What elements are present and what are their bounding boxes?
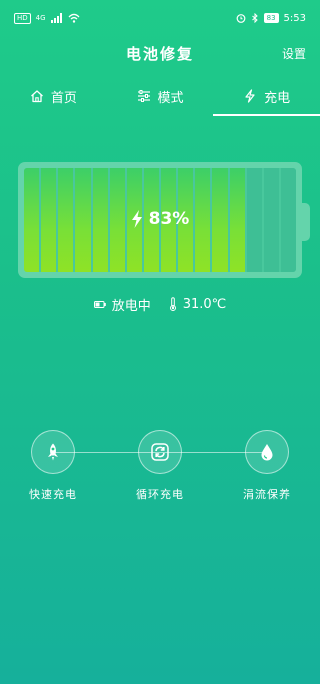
tab-home-label: 首页 <box>50 90 77 106</box>
status-bar-right: 83 5:53 <box>236 13 306 24</box>
charge-modes: 快速充电 循环充电 涓流保养 <box>0 430 320 510</box>
tab-home[interactable]: 首页 <box>0 76 107 116</box>
drop-icon <box>261 444 273 461</box>
wifi-icon <box>68 13 80 23</box>
rocket-icon <box>48 443 58 461</box>
mode-cycle-charge[interactable]: 循环充电 <box>115 430 205 502</box>
tab-charge[interactable]: 充电 <box>213 76 320 116</box>
tab-mode[interactable]: 模式 <box>107 76 214 116</box>
tab-charge-label: 充电 <box>264 90 291 106</box>
network-label: 4G <box>35 14 46 22</box>
battery-tip <box>302 203 310 241</box>
small-battery-icon <box>93 300 106 308</box>
mode-fast-charge[interactable]: 快速充电 <box>8 430 98 502</box>
mode-fast-charge-label: 快速充电 <box>29 488 77 501</box>
charging-bolt-icon <box>131 210 142 228</box>
discharge-status: 放电中 <box>93 295 151 314</box>
settings-button[interactable]: 设置 <box>282 45 306 62</box>
mode-trickle-charge[interactable]: 涓流保养 <box>222 430 312 502</box>
bolt-icon <box>245 89 255 103</box>
temperature-label: 31.0℃ <box>182 296 227 312</box>
battery-state-label: 放电中 <box>111 298 151 314</box>
signal-icon <box>50 13 62 23</box>
alarm-icon <box>236 14 246 23</box>
mode-fast-charge-circle <box>31 430 75 474</box>
mode-trickle-charge-label: 涓流保养 <box>243 488 291 501</box>
battery-status-line: 放电中 31.0℃ <box>0 292 320 316</box>
status-bar: HD 4G 83 5:53 <box>0 0 320 36</box>
battery-percentage: 83% <box>148 209 190 229</box>
battery-status-indicator: 83 <box>263 13 279 23</box>
sliders-icon <box>137 90 150 102</box>
tab-bar: 首页 模式 充电 <box>0 76 320 116</box>
cycle-icon <box>151 443 169 461</box>
battery-level: 83% <box>18 204 302 234</box>
home-icon <box>30 90 43 103</box>
mode-cycle-charge-label: 循环充电 <box>136 488 184 501</box>
hd-indicator: HD <box>14 12 31 24</box>
page-title: 电池修复 <box>125 44 194 63</box>
bluetooth-icon <box>251 13 258 23</box>
tab-mode-label: 模式 <box>157 90 184 106</box>
thermometer-icon <box>169 297 176 311</box>
status-bar-left: HD 4G <box>14 12 80 24</box>
mode-cycle-charge-circle <box>138 430 182 474</box>
app-bar: 电池修复 设置 <box>0 36 320 70</box>
temperature-status: 31.0℃ <box>169 296 227 312</box>
mode-trickle-charge-circle <box>245 430 289 474</box>
clock: 5:53 <box>283 12 306 24</box>
